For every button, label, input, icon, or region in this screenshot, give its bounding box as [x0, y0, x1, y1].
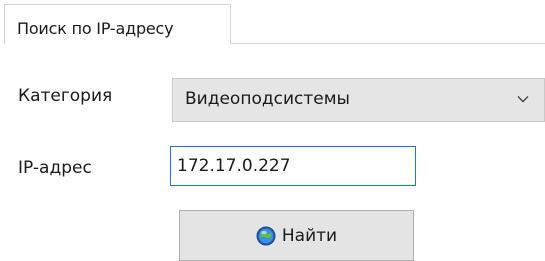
search-globe-icon — [256, 226, 276, 245]
category-dropdown[interactable]: Видеоподсистемы — [172, 78, 545, 122]
ip-address-label: IP-адрес — [18, 158, 92, 178]
ip-address-input[interactable] — [170, 146, 416, 186]
tab-strip-divider — [231, 43, 545, 44]
find-button[interactable]: Найти — [179, 210, 414, 261]
tab-ip-search[interactable]: Поиск по IP-адресу — [4, 4, 231, 44]
chevron-down-icon — [517, 96, 529, 103]
category-dropdown-value: Видеоподсистемы — [185, 89, 350, 109]
tab-strip: Поиск по IP-адресу — [0, 0, 545, 44]
find-button-label: Найти — [281, 225, 338, 246]
category-label: Категория — [18, 86, 113, 106]
tab-ip-search-label: Поиск по IP-адресу — [17, 19, 174, 38]
